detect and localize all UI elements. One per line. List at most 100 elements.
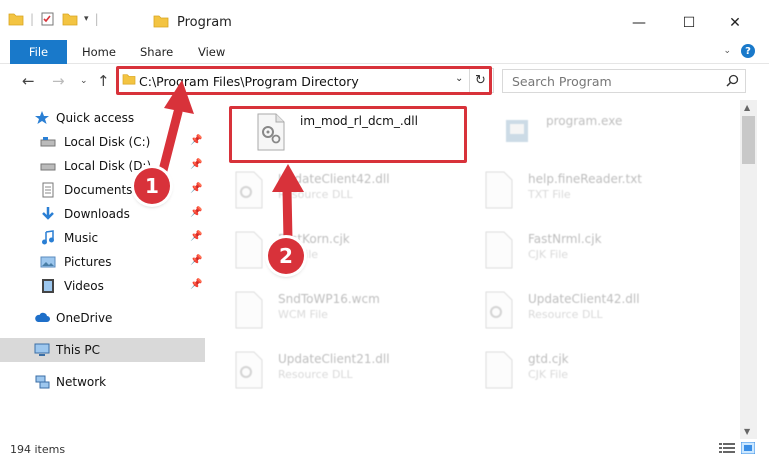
maximize-button[interactable]: ☐ bbox=[667, 8, 711, 38]
sidebar-item-documents[interactable]: Documents 📌 bbox=[0, 178, 205, 202]
back-arrow-icon[interactable]: ← bbox=[22, 72, 35, 90]
sidebar-item-onedrive[interactable]: OneDrive bbox=[0, 306, 205, 330]
expand-ribbon-chevron-icon[interactable]: ⌄ bbox=[723, 46, 731, 56]
file-item[interactable]: SndToWP16.wcm WCM File bbox=[210, 284, 450, 340]
dll-file-icon bbox=[235, 351, 263, 389]
navigation-pane: Quick access Local Disk (C:) 📌 Local Dis… bbox=[0, 100, 205, 439]
sidebar-item-label: Local Disk (D:) bbox=[64, 159, 152, 173]
tab-home[interactable]: Home bbox=[82, 45, 116, 59]
sidebar-item-label: Pictures bbox=[64, 255, 112, 269]
dll-file-icon bbox=[235, 171, 263, 209]
sidebar-item-pictures[interactable]: Pictures 📌 bbox=[0, 250, 205, 274]
minimize-button[interactable]: — bbox=[617, 8, 661, 38]
file-name: gtd.cjk bbox=[528, 352, 569, 366]
file-name: UpdateClient21.dll bbox=[278, 352, 390, 366]
sidebar-item-label: OneDrive bbox=[56, 311, 113, 325]
sidebar-item-music[interactable]: Music 📌 bbox=[0, 226, 205, 250]
file-type: Resource DLL bbox=[278, 188, 353, 201]
sidebar-item-label: Music bbox=[64, 231, 99, 245]
file-type: Resource DLL bbox=[528, 308, 603, 321]
scroll-down-icon[interactable]: ▼ bbox=[744, 427, 750, 436]
search-box[interactable]: Search Program bbox=[502, 69, 746, 93]
generic-file-icon bbox=[485, 231, 513, 269]
folder-icon bbox=[153, 15, 169, 28]
details-view-icon[interactable] bbox=[719, 442, 735, 454]
tiles-view-icon[interactable] bbox=[741, 442, 755, 454]
separator: | bbox=[94, 12, 99, 26]
tab-view[interactable]: View bbox=[198, 45, 225, 59]
downloads-icon bbox=[42, 207, 54, 220]
sidebar-item-network[interactable]: Network bbox=[0, 370, 205, 394]
sidebar-item-label: Documents bbox=[64, 183, 133, 197]
file-type: Resource DLL bbox=[278, 368, 353, 381]
file-type: CJK File bbox=[528, 248, 569, 261]
sidebar-item-downloads[interactable]: Downloads 📌 bbox=[0, 202, 205, 226]
generic-file-icon bbox=[235, 291, 263, 329]
folder-icon[interactable] bbox=[8, 12, 24, 26]
computer-icon bbox=[34, 343, 50, 356]
sidebar-item-local-disk-c[interactable]: Local Disk (C:) 📌 bbox=[0, 130, 205, 154]
pin-icon[interactable]: 📌 bbox=[190, 183, 202, 194]
help-icon[interactable]: ? bbox=[741, 44, 755, 58]
forward-arrow-icon[interactable]: → bbox=[52, 72, 65, 90]
recent-locations-chevron-icon[interactable]: ⌄ bbox=[80, 76, 88, 86]
up-arrow-icon[interactable]: ↑ bbox=[97, 72, 110, 90]
pin-icon[interactable]: 📌 bbox=[190, 279, 202, 290]
vertical-scrollbar[interactable]: ▲ ▼ bbox=[740, 100, 757, 439]
file-item[interactable]: help.fineReader.txt TXT File bbox=[460, 164, 700, 220]
customize-qat-chevron-icon[interactable]: ▾ bbox=[84, 14, 89, 24]
address-highlight-box bbox=[116, 66, 492, 95]
file-item[interactable]: gtd.cjk CJK File bbox=[460, 344, 700, 400]
sidebar-item-label: Videos bbox=[64, 279, 104, 293]
pin-icon[interactable]: 📌 bbox=[190, 159, 202, 170]
file-item[interactable]: FastNrml.cjk CJK File bbox=[460, 224, 700, 280]
close-button[interactable]: ✕ bbox=[713, 8, 757, 38]
pin-icon[interactable]: 📌 bbox=[190, 135, 202, 146]
file-name: FastNrml.cjk bbox=[528, 232, 602, 246]
properties-icon[interactable] bbox=[40, 12, 56, 26]
separator: | bbox=[30, 12, 35, 26]
file-item[interactable]: UpdateClient21.dll Resource DLL bbox=[210, 344, 450, 400]
scrollbar-thumb[interactable] bbox=[742, 116, 755, 164]
pin-icon[interactable]: 📌 bbox=[190, 207, 202, 218]
file-item[interactable]: UpdateClient42.dll Resource DLL bbox=[460, 284, 700, 340]
file-type: TXT File bbox=[528, 188, 571, 201]
text-file-icon bbox=[485, 171, 513, 209]
pin-icon[interactable]: 📌 bbox=[190, 255, 202, 266]
pin-icon[interactable]: 📌 bbox=[190, 231, 202, 242]
sidebar-item-local-disk-d[interactable]: Local Disk (D:) 📌 bbox=[0, 154, 205, 178]
tab-share[interactable]: Share bbox=[140, 45, 173, 59]
pictures-icon bbox=[40, 256, 56, 268]
file-type: WCM File bbox=[278, 308, 328, 321]
maximize-icon: ☐ bbox=[682, 15, 696, 31]
sidebar-item-label: Quick access bbox=[56, 111, 135, 125]
generic-file-icon bbox=[235, 231, 263, 269]
file-item[interactable]: UpdateClient42.dll Resource DLL bbox=[210, 164, 450, 220]
navigation-bar: ← → ⌄ ↑ C:\Program Files\Program Directo… bbox=[0, 64, 769, 100]
drive-icon bbox=[40, 163, 56, 171]
videos-icon bbox=[42, 279, 54, 293]
sidebar-item-label: This PC bbox=[56, 343, 100, 357]
documents-icon bbox=[42, 182, 54, 198]
item-count: 194 items bbox=[10, 443, 66, 456]
scroll-up-icon[interactable]: ▲ bbox=[744, 103, 750, 112]
close-icon: ✕ bbox=[729, 15, 741, 31]
music-icon bbox=[42, 230, 54, 245]
file-item[interactable]: program.exe bbox=[478, 106, 718, 162]
sidebar-item-videos[interactable]: Videos 📌 bbox=[0, 274, 205, 298]
sidebar-item-label: Network bbox=[56, 375, 107, 389]
title-bar: | ▾ | Program — ☐ ✕ bbox=[0, 0, 769, 40]
search-input[interactable]: Search Program bbox=[512, 74, 612, 89]
dll-file-icon bbox=[485, 291, 513, 329]
sidebar-item-this-pc[interactable]: This PC bbox=[0, 338, 205, 362]
drive-icon bbox=[40, 137, 56, 147]
ribbon-right-controls: ⌄ ? bbox=[723, 44, 755, 58]
new-folder-icon[interactable] bbox=[62, 12, 78, 26]
quick-access-toolbar: | ▾ | bbox=[8, 12, 99, 26]
sidebar-item-quick-access[interactable]: Quick access bbox=[0, 106, 205, 130]
tab-file[interactable]: File bbox=[10, 40, 67, 64]
file-item[interactable]: FastKorn.cjk CJK File bbox=[210, 224, 450, 280]
file-name: help.fineReader.txt bbox=[528, 172, 642, 186]
exe-file-icon bbox=[506, 120, 528, 142]
star-icon bbox=[35, 111, 49, 124]
